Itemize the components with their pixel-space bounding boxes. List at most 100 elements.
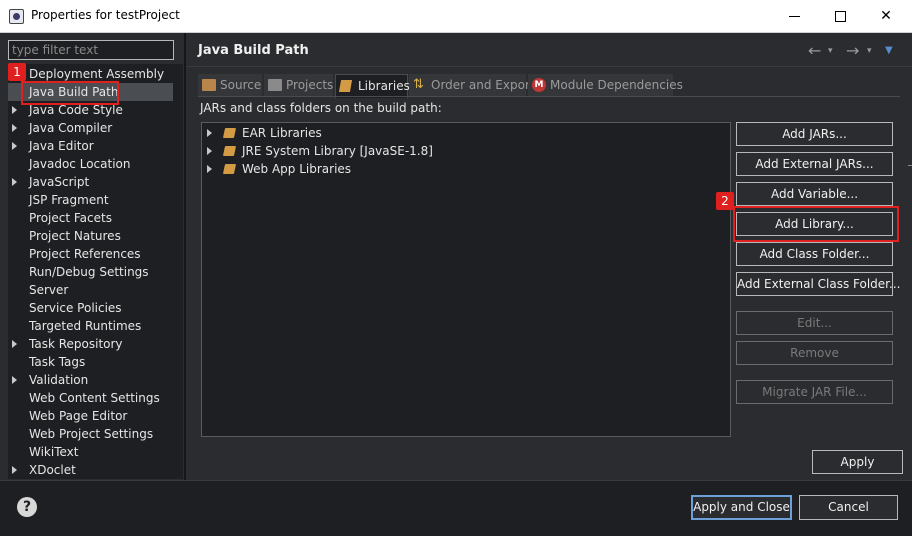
eclipse-app-icon xyxy=(9,9,24,24)
sidebar-item-label: Web Content Settings xyxy=(29,391,160,405)
apply-and-close-button[interactable]: Apply and Close xyxy=(691,495,792,520)
help-icon[interactable]: ? xyxy=(17,497,37,517)
tab-projects[interactable]: Projects xyxy=(264,74,334,97)
sidebar-item-label: Web Page Editor xyxy=(29,409,128,423)
build-path-list[interactable]: EAR Libraries JRE System Library [JavaSE… xyxy=(201,122,731,437)
sidebar-item[interactable]: Java Compiler xyxy=(8,119,173,137)
sidebar-item[interactable]: Web Page Editor xyxy=(8,407,173,425)
expand-arrow-icon[interactable] xyxy=(12,106,17,114)
add-jars-button[interactable]: Add JARs... xyxy=(736,122,893,146)
apply-button[interactable]: Apply xyxy=(812,450,903,474)
sidebar-item-label: Java Compiler xyxy=(29,121,113,135)
sidebar-item[interactable]: Project Natures xyxy=(8,227,173,245)
library-icon xyxy=(222,146,237,156)
sidebar-item[interactable]: Task Tags xyxy=(8,353,173,371)
annotation-badge-2: 2 xyxy=(716,192,734,210)
tab-underline xyxy=(198,96,900,97)
sidebar-item[interactable]: Web Project Settings xyxy=(8,425,173,443)
library-icon xyxy=(222,164,237,174)
annotation-highlight-2 xyxy=(733,206,899,242)
forward-arrow-icon[interactable]: → xyxy=(846,41,859,60)
expand-arrow-icon[interactable] xyxy=(207,129,212,137)
migrate-jar-button[interactable]: Migrate JAR File... xyxy=(736,380,893,404)
sidebar-item-label: Run/Debug Settings xyxy=(29,265,149,279)
main-panel: Java Build Path ← ▾ → ▾ ▼ Source Project… xyxy=(186,33,912,480)
tab-source[interactable]: Source xyxy=(198,74,263,97)
library-label: JRE System Library [JavaSE-1.8] xyxy=(242,144,433,158)
tab-module-dependencies[interactable]: M Module Dependencies xyxy=(528,74,683,97)
expand-arrow-icon[interactable] xyxy=(207,165,212,173)
order-export-icon: ⇅ xyxy=(413,77,424,92)
tab-label: Source xyxy=(220,78,262,92)
edit-button[interactable]: Edit... xyxy=(736,311,893,335)
library-label: EAR Libraries xyxy=(242,126,322,140)
sidebar-item[interactable]: Targeted Runtimes xyxy=(8,317,173,335)
add-variable-button[interactable]: Add Variable... xyxy=(736,182,893,206)
sidebar-item[interactable]: Service Policies xyxy=(8,299,173,317)
add-class-folder-button[interactable]: Add Class Folder... xyxy=(736,242,893,266)
window-title: Properties for testProject xyxy=(31,8,180,22)
sidebar-item[interactable]: XDoclet xyxy=(8,461,173,479)
close-button[interactable]: ✕ xyxy=(866,4,906,28)
sidebar-item-label: Project Facets xyxy=(29,211,112,225)
sidebar-item-label: XDoclet xyxy=(29,463,76,477)
sidebar-item[interactable]: Java Editor xyxy=(8,137,173,155)
view-menu-icon[interactable]: ▼ xyxy=(885,45,893,63)
tab-label: Projects xyxy=(286,78,334,92)
list-item[interactable]: Web App Libraries xyxy=(202,160,730,178)
annotation-badge-1: 1 xyxy=(8,63,26,81)
sidebar-item[interactable]: Web Content Settings xyxy=(8,389,173,407)
sidebar-item-label: Server xyxy=(29,283,69,297)
maximize-button[interactable] xyxy=(820,4,860,28)
expand-arrow-icon[interactable] xyxy=(12,142,17,150)
sidebar-item-label: Web Project Settings xyxy=(29,427,154,441)
section-label: JARs and class folders on the build path… xyxy=(200,101,442,115)
title-bar: Properties for testProject ✕ xyxy=(0,0,912,33)
add-external-class-folder-button[interactable]: Add External Class Folder... xyxy=(736,272,900,296)
sidebar-item[interactable]: Project References xyxy=(8,245,173,263)
sidebar-item[interactable]: JavaScript xyxy=(8,173,173,191)
minimize-button[interactable] xyxy=(774,4,814,28)
sidebar-item[interactable]: Project Facets xyxy=(8,209,173,227)
sidebar-scrollbar[interactable] xyxy=(173,64,183,479)
title-divider xyxy=(186,66,912,67)
sidebar-item-label: JSP Fragment xyxy=(29,193,109,207)
sidebar-item-label: Task Repository xyxy=(29,337,123,351)
expand-arrow-icon[interactable] xyxy=(12,124,17,132)
cancel-button[interactable]: Cancel xyxy=(799,495,898,520)
page-title: Java Build Path xyxy=(198,43,309,58)
tab-order-and-export[interactable]: ⇅ Order and Export xyxy=(409,74,535,97)
sidebar-item[interactable]: Validation xyxy=(8,371,173,389)
expand-arrow-icon[interactable] xyxy=(12,376,17,384)
tab-label: Module Dependencies xyxy=(550,78,683,92)
expand-arrow-icon[interactable] xyxy=(12,178,17,186)
back-dropdown-icon[interactable]: ▾ xyxy=(828,46,833,64)
sidebar-item[interactable]: WikiText xyxy=(8,443,173,461)
sidebar-item-label: Task Tags xyxy=(29,355,86,369)
filter-input[interactable]: type filter text xyxy=(8,40,174,60)
sidebar-item[interactable]: Server xyxy=(8,281,173,299)
projects-folder-icon xyxy=(268,79,282,91)
forward-dropdown-icon[interactable]: ▾ xyxy=(867,46,872,64)
module-icon: M xyxy=(532,78,546,92)
close-icon: ✕ xyxy=(880,8,892,24)
list-item[interactable]: JRE System Library [JavaSE-1.8] xyxy=(202,142,730,160)
sidebar-item-label: Project References xyxy=(29,247,141,261)
expand-arrow-icon[interactable] xyxy=(12,466,17,474)
sidebar-item-label: Service Policies xyxy=(29,301,122,315)
add-external-jars-button[interactable]: Add External JARs... xyxy=(736,152,893,176)
expand-arrow-icon[interactable] xyxy=(207,147,212,155)
sidebar-item-label: Java Editor xyxy=(29,139,94,153)
sidebar-item-label: Validation xyxy=(29,373,89,387)
remove-button[interactable]: Remove xyxy=(736,341,893,365)
back-arrow-icon[interactable]: ← xyxy=(808,41,821,60)
dialog-footer: ? Apply and Close Cancel xyxy=(0,480,912,536)
tab-libraries[interactable]: Libraries xyxy=(335,74,410,98)
expand-arrow-icon[interactable] xyxy=(12,340,17,348)
sidebar-item[interactable]: JSP Fragment xyxy=(8,191,173,209)
sidebar-item[interactable]: Run/Debug Settings xyxy=(8,263,173,281)
sidebar-item[interactable]: Javadoc Location xyxy=(8,155,173,173)
sidebar-item[interactable]: Task Repository xyxy=(8,335,173,353)
sidebar-item-label: JavaScript xyxy=(29,175,90,189)
list-item[interactable]: EAR Libraries xyxy=(202,124,730,142)
